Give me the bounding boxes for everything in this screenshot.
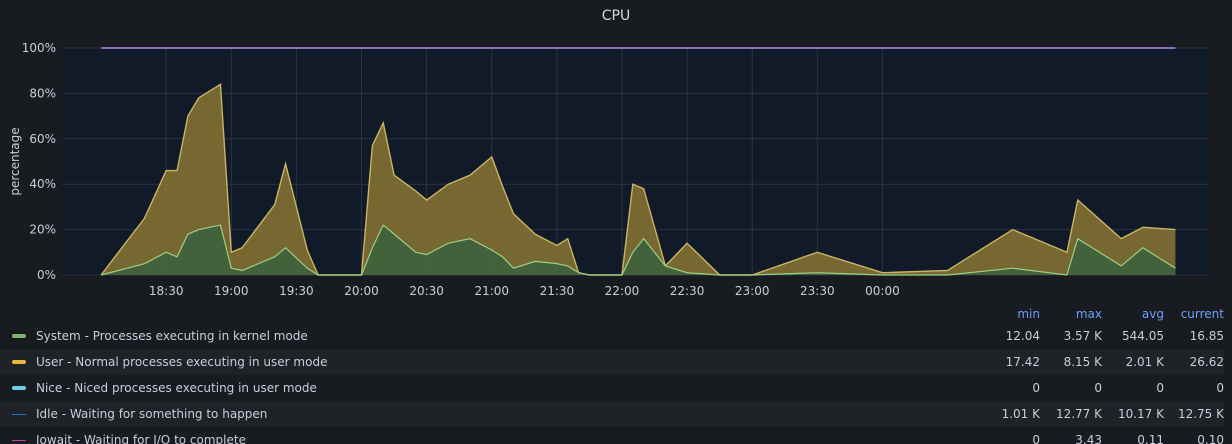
legend-row-iowait[interactable]: Iowait - Waiting for I/O to complete 0 3… — [0, 427, 1224, 444]
legend-value-max: 3.43 — [1075, 433, 1102, 444]
legend-row-system[interactable]: System - Processes executing in kernel m… — [0, 323, 1224, 349]
legend-label[interactable]: Iowait - Waiting for I/O to complete — [36, 433, 246, 444]
legend-value-current: 0 — [1216, 381, 1224, 395]
x-tick-label: 23:30 — [800, 284, 835, 298]
legend-value-min: 12.04 — [1005, 329, 1040, 343]
x-tick-label: 21:30 — [540, 284, 575, 298]
legend-value-min: 17.42 — [1005, 355, 1040, 369]
legend-header: min max avg current — [0, 305, 1224, 323]
x-tick-label: 22:30 — [670, 284, 705, 298]
system-swatch-icon[interactable] — [12, 334, 26, 338]
x-tick-label: 20:00 — [344, 284, 379, 298]
y-tick-label: 100% — [22, 41, 56, 55]
legend-label[interactable]: Idle - Waiting for something to happen — [36, 407, 267, 421]
x-tick-label: 21:00 — [474, 284, 509, 298]
legend-value-avg: 544.05 — [1122, 329, 1164, 343]
y-tick-label: 0% — [37, 268, 56, 282]
legend-label[interactable]: User - Normal processes executing in use… — [36, 355, 327, 369]
legend-table: min max avg current System - Processes e… — [0, 305, 1224, 444]
legend-value-min: 0 — [1032, 433, 1040, 444]
cpu-chart[interactable]: 0% 20% 40% 60% 80% 100% 18:30 19:00 19:30 20:00 20… — [0, 30, 1232, 300]
y-tick-label: 40% — [29, 177, 56, 191]
y-tick-label: 20% — [29, 223, 56, 237]
legend-header-max[interactable]: max — [1042, 307, 1104, 321]
x-tick-label: 19:30 — [279, 284, 314, 298]
legend-value-max: 3.57 K — [1063, 329, 1102, 343]
legend-value-max: 0 — [1094, 381, 1102, 395]
legend-value-min: 1.01 K — [1001, 407, 1040, 421]
legend-value-avg: 0.11 — [1137, 433, 1164, 444]
legend-row-idle[interactable]: Idle - Waiting for something to happen 1… — [0, 401, 1224, 427]
x-tick-label: 19:00 — [214, 284, 249, 298]
iowait-swatch-icon[interactable] — [12, 439, 26, 441]
legend-value-current: 16.85 — [1189, 329, 1224, 343]
x-tick-label: 22:00 — [605, 284, 640, 298]
legend-header-min[interactable]: min — [980, 307, 1042, 321]
user-swatch-icon[interactable] — [12, 360, 26, 364]
x-tick-label: 18:30 — [149, 284, 184, 298]
nice-swatch-icon[interactable] — [12, 386, 26, 390]
y-tick-label: 80% — [29, 86, 56, 100]
legend-value-avg: 10.17 K — [1117, 407, 1164, 421]
legend-value-max: 12.77 K — [1055, 407, 1102, 421]
legend-label[interactable]: System - Processes executing in kernel m… — [36, 329, 308, 343]
legend-value-current: 0.10 — [1197, 433, 1224, 444]
legend-value-max: 8.15 K — [1063, 355, 1102, 369]
legend-value-avg: 2.01 K — [1125, 355, 1164, 369]
legend-row-user[interactable]: User - Normal processes executing in use… — [0, 349, 1224, 375]
legend-value-avg: 0 — [1156, 381, 1164, 395]
x-tick-label: 20:30 — [409, 284, 444, 298]
legend-label[interactable]: Nice - Niced processes executing in user… — [36, 381, 317, 395]
idle-swatch-icon[interactable] — [12, 413, 26, 415]
y-axis-label: percentage — [8, 127, 22, 195]
legend-row-nice[interactable]: Nice - Niced processes executing in user… — [0, 375, 1224, 401]
panel-title[interactable]: CPU — [0, 8, 1232, 24]
x-tick-label: 00:00 — [865, 284, 900, 298]
x-tick-label: 23:00 — [735, 284, 770, 298]
legend-header-avg[interactable]: avg — [1104, 307, 1166, 321]
legend-value-current: 26.62 — [1189, 355, 1224, 369]
legend-value-min: 0 — [1032, 381, 1040, 395]
y-tick-label: 60% — [29, 132, 56, 146]
cpu-panel: CPU 0% 20% 40% 60% 80% 100% 18:30 19:00 19:30 20:… — [0, 0, 1232, 444]
legend-header-current[interactable]: current — [1166, 307, 1224, 321]
legend-value-current: 12.75 K — [1177, 407, 1224, 421]
